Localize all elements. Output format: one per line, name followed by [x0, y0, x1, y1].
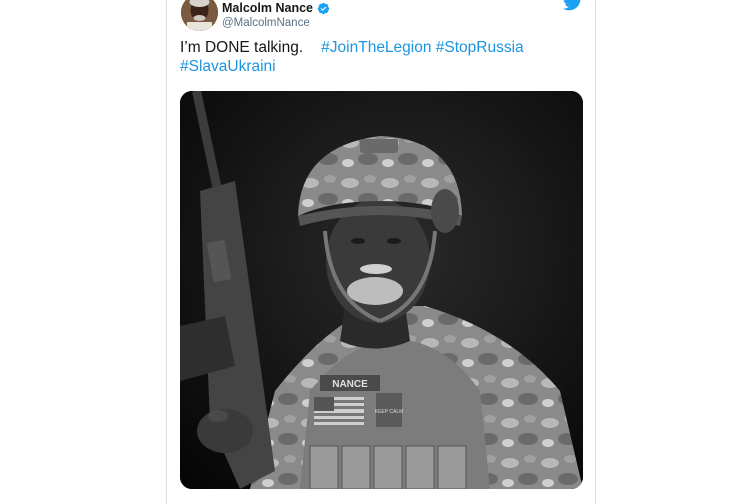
author-handle[interactable]: @MalcolmNance — [222, 17, 310, 29]
hashtag-stop-russia[interactable]: #StopRussia — [436, 39, 524, 56]
author-avatar[interactable] — [181, 0, 218, 31]
flag-patch — [314, 397, 364, 425]
tweet-card: Malcolm Nance @MalcolmNance I’m DONE tal… — [166, 0, 596, 504]
author-name-row: Malcolm Nance — [222, 1, 330, 15]
tweet-photo[interactable]: NANCE KEEP CALM — [180, 91, 583, 489]
tweet-text: I’m DONE talking. #JoinTheLegion #StopRus… — [180, 38, 580, 76]
twitter-bird-icon[interactable] — [562, 0, 583, 11]
hashtag-join-the-legion[interactable]: #JoinTheLegion — [321, 39, 431, 56]
author-name[interactable]: Malcolm Nance — [222, 1, 313, 15]
tweet-body: I’m DONE talking. — [180, 39, 304, 56]
patch-text: KEEP CALM — [375, 409, 404, 415]
nametape-text: NANCE — [332, 379, 368, 390]
hashtag-slava-ukraini[interactable]: #SlavaUkraini — [180, 58, 276, 75]
verified-badge-icon — [317, 2, 330, 15]
